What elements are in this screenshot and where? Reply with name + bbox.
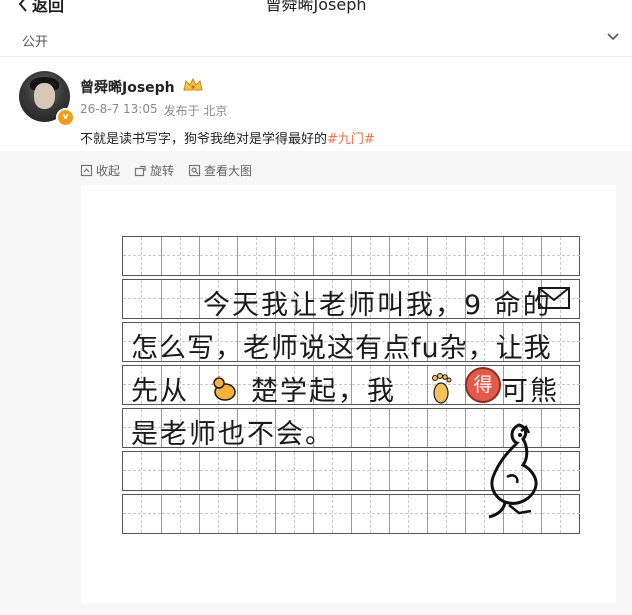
media-actions: 收起 旋转 查看大图 bbox=[80, 162, 252, 179]
view-large-label: 查看大图 bbox=[204, 164, 253, 178]
de-stamp-icon: 得 bbox=[465, 367, 501, 403]
visibility-filter-bar: 公开 bbox=[0, 22, 632, 57]
crown-icon bbox=[183, 78, 203, 91]
chicken-icon bbox=[211, 375, 236, 401]
footprint-icon bbox=[432, 373, 452, 404]
handwriting-line-3b: 楚学起，我 bbox=[251, 376, 396, 407]
verified-badge-icon: v bbox=[56, 108, 75, 127]
handwriting-photo[interactable]: 今天我让老师叫我，9 命的 怎么写，老师说这有点fu杂，让我 先从 楚学起，我 … bbox=[81, 185, 616, 603]
handwriting-line-2: 怎么写，老师说这有点fu杂，让我 bbox=[131, 333, 552, 364]
top-bar: 返回 曾舜晞Joseph bbox=[0, 0, 632, 22]
topic-link[interactable]: #九门# bbox=[327, 132, 375, 147]
username[interactable]: 曾舜晞Joseph bbox=[80, 77, 175, 97]
handwriting-line-1: 今天我让老师叫我，9 命的 bbox=[203, 290, 552, 321]
rotate-icon bbox=[134, 165, 146, 177]
post-source: 发布于 北京 bbox=[163, 104, 228, 118]
rotate-button[interactable]: 旋转 bbox=[134, 162, 174, 179]
post-meta: 26-8-7 13:05 发布于 北京 bbox=[80, 102, 227, 119]
handwriting-line-4: 是老师也不会。 bbox=[131, 419, 334, 450]
handwriting-line-3a: 先从 bbox=[131, 376, 189, 407]
grid-strip bbox=[122, 236, 580, 276]
chevron-down-icon[interactable] bbox=[606, 30, 620, 44]
envelope-icon bbox=[538, 287, 570, 309]
dog-doodle-icon bbox=[488, 423, 538, 519]
post-body: 不就是读书写字，狗爷我绝对是学得最好的 bbox=[80, 132, 328, 147]
post-text: 不就是读书写字，狗爷我绝对是学得最好的#九门# bbox=[80, 128, 375, 147]
visibility-label: 公开 bbox=[22, 35, 49, 50]
view-large-button[interactable]: 查看大图 bbox=[188, 162, 252, 179]
collapse-label: 收起 bbox=[96, 164, 121, 178]
view-large-icon bbox=[188, 164, 201, 177]
collapse-button[interactable]: 收起 bbox=[80, 162, 120, 179]
post-time[interactable]: 26-8-7 13:05 bbox=[80, 102, 158, 119]
rotate-label: 旋转 bbox=[150, 164, 175, 178]
handwriting-line-3c: 可熊 bbox=[501, 376, 559, 407]
page-title: 曾舜晞Joseph bbox=[265, 0, 367, 14]
collapse-icon bbox=[80, 164, 93, 177]
